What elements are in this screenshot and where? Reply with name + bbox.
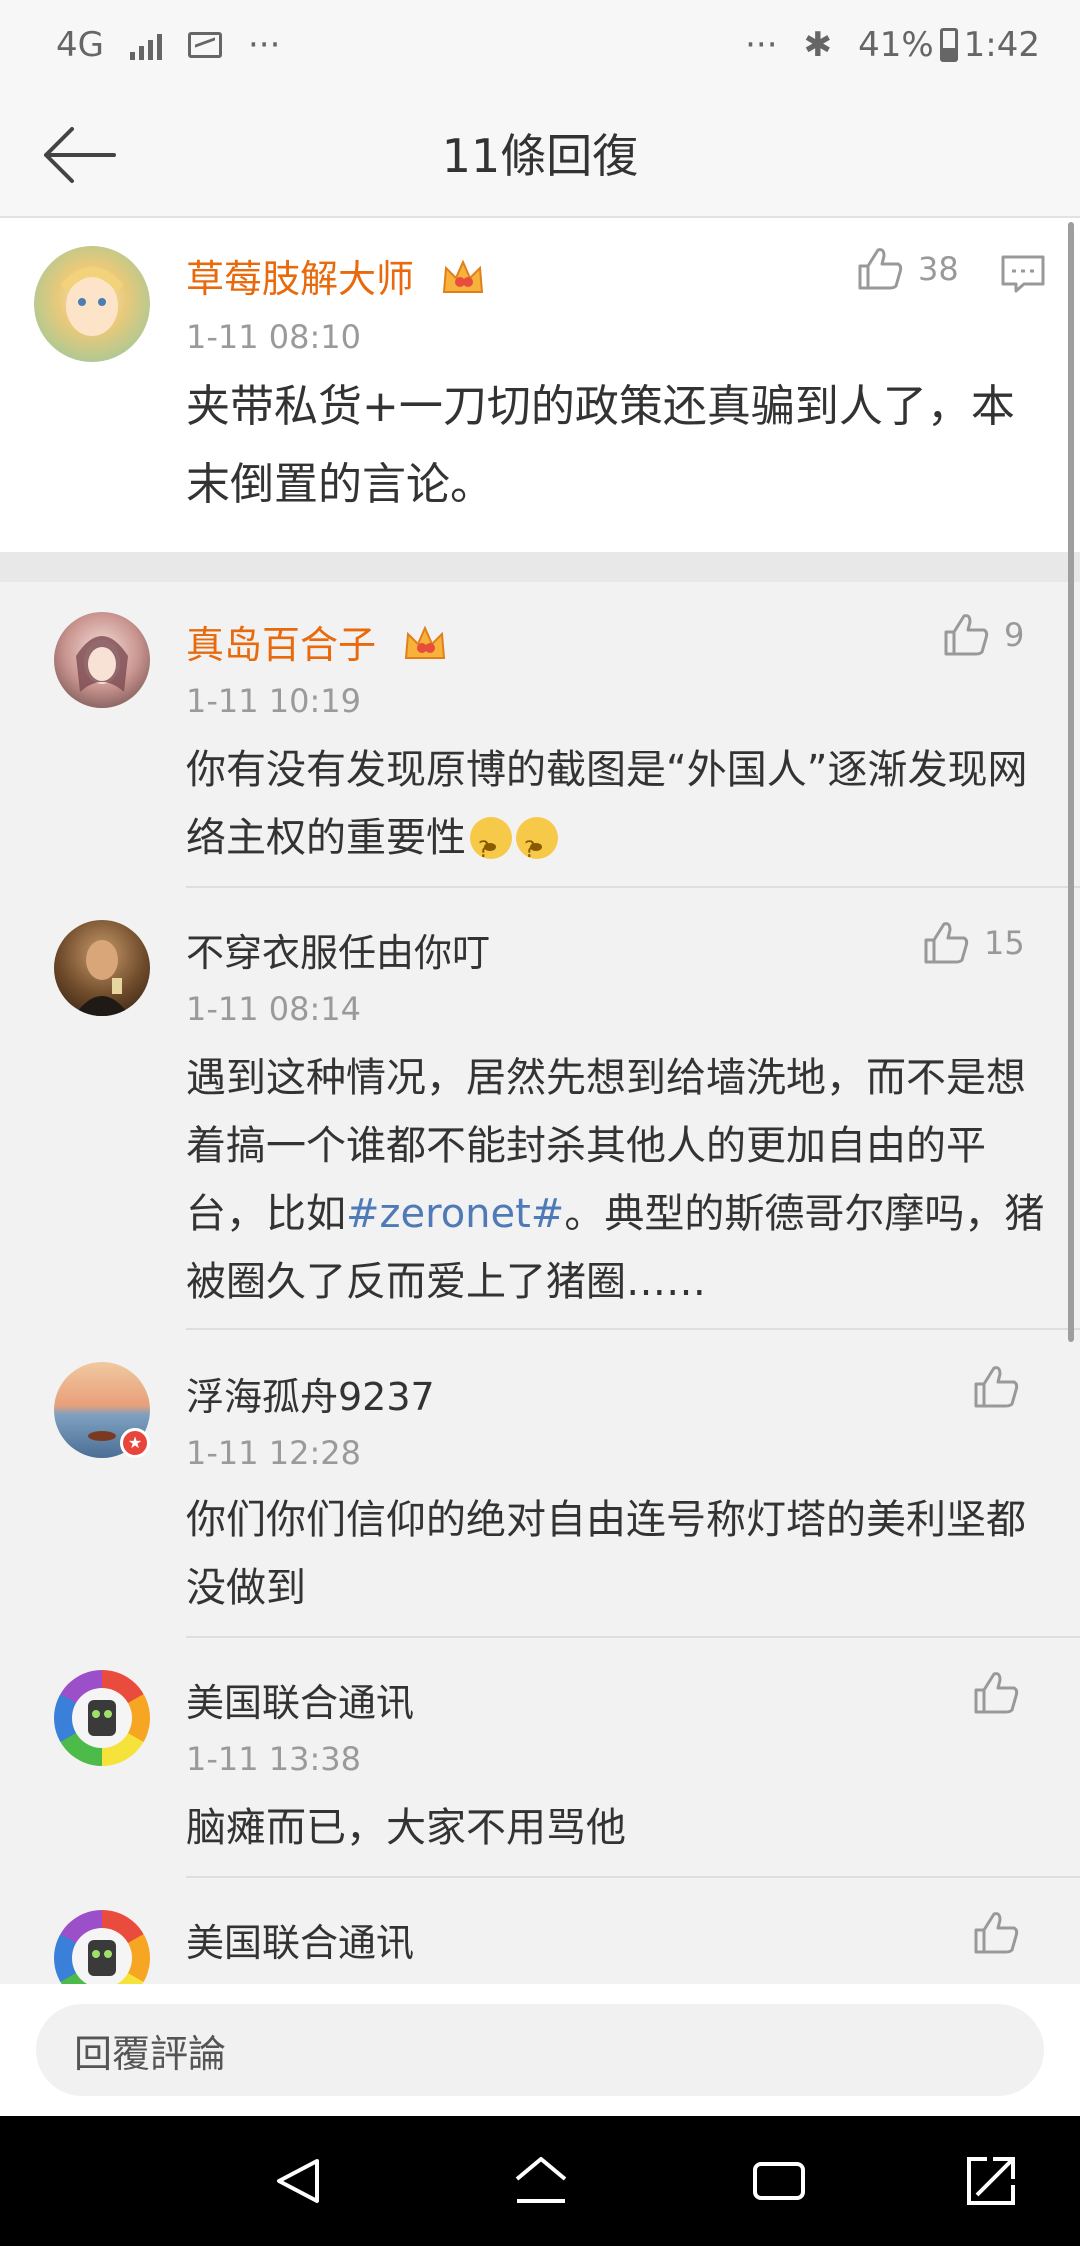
- system-recents-button[interactable]: [744, 2146, 814, 2216]
- thumbs-up-icon: [924, 922, 969, 964]
- avatar-illustration: [72, 1928, 132, 1984]
- bluetooth-icon: ✱: [803, 25, 833, 65]
- thumbs-up-icon: [858, 248, 903, 290]
- divider: [186, 1328, 1080, 1330]
- system-navigation-bar: [0, 2116, 1080, 2246]
- like-button[interactable]: [972, 1364, 1020, 1410]
- reply-time: 1-11 10:19: [186, 682, 362, 720]
- reply-username[interactable]: 不穿衣服任由你叮: [186, 922, 490, 977]
- header-bar: 11條回復: [0, 90, 1080, 218]
- notification-overflow: ···: [247, 25, 281, 65]
- avatar[interactable]: [54, 612, 150, 708]
- avatar-illustration: [60, 267, 124, 336]
- like-button[interactable]: 9: [942, 612, 1024, 658]
- reply-text: 你有没有发现原博的截图是“外国人”逐渐发现网络主权的重要性: [186, 736, 1046, 885]
- reply-text: 脑瘫而已，大家不用骂他: [186, 1805, 626, 1851]
- like-button[interactable]: 15: [922, 920, 1025, 966]
- reply-text: 你们你们信仰的绝对自由连号称灯塔的美利坚都没做到: [186, 1497, 1026, 1611]
- reply-bar: 回覆評論: [0, 1984, 1080, 2116]
- network-type: 4G: [56, 25, 104, 65]
- reply-input[interactable]: 回覆評論: [36, 2004, 1044, 2096]
- clock: 1:42: [963, 25, 1040, 65]
- section-divider: [0, 552, 1080, 582]
- avatar[interactable]: [54, 1670, 150, 1766]
- thumbs-up-icon: [974, 1912, 1019, 1954]
- like-count: 15: [984, 924, 1025, 962]
- comment-icon: [1001, 255, 1045, 293]
- signal-icon: [129, 30, 162, 60]
- scrollbar[interactable]: [1068, 222, 1074, 1342]
- image-notification-icon: [187, 32, 222, 58]
- like-count: 38: [918, 250, 959, 288]
- reply-list: 真岛百合子 1-11 10:19 9 你有没有发现原博的截图是“外国人”逐渐发现…: [0, 582, 1080, 1984]
- verified-badge-icon: ★: [120, 1428, 150, 1458]
- comment-username[interactable]: 草莓肢解大师: [186, 248, 486, 303]
- hashtag-link[interactable]: #zeronet#: [346, 1191, 564, 1237]
- avatar-illustration: [72, 1688, 132, 1748]
- page-title: 11條回復: [441, 129, 639, 183]
- status-bar: 4G ··· ··· ✱ 41% 1:42: [0, 0, 1080, 90]
- expand-icon: [967, 2157, 1015, 2205]
- like-count: 9: [1004, 616, 1025, 654]
- reply-username[interactable]: 真岛百合子: [186, 614, 448, 669]
- divider: [186, 1876, 1080, 1878]
- avatar[interactable]: [54, 1910, 150, 1984]
- back-triangle-icon: [277, 2159, 319, 2203]
- reply-time: 1-11 13:38: [186, 1740, 362, 1778]
- reply-comment-button[interactable]: [1000, 254, 1046, 298]
- battery-icon: [939, 28, 958, 62]
- recents-icon: [753, 2162, 805, 2200]
- thumbs-up-icon: [974, 1366, 1019, 1408]
- battery-percent: 41%: [858, 25, 934, 65]
- like-button[interactable]: [972, 1910, 1020, 1956]
- comment-text: 夹带私货+一刀切的政策还真骗到人了，本末倒置的言论。: [186, 381, 1015, 510]
- thinking-emoji-icon: [470, 817, 512, 885]
- avatar[interactable]: [34, 246, 150, 362]
- thumbs-up-icon: [944, 614, 989, 656]
- comment-time: 1-11 08:10: [186, 318, 362, 356]
- avatar-illustration: [74, 940, 130, 1016]
- reply-text: 遇到这种情况，居然先想到给墙洗地，而不是想着搞一个谁都不能封杀其他人的更加自由的…: [186, 1055, 1045, 1305]
- reply-time: 1-11 08:14: [186, 990, 362, 1028]
- avatar[interactable]: [54, 920, 150, 1016]
- reply-username[interactable]: 美国联合通讯: [186, 1912, 414, 1967]
- divider: [186, 886, 1080, 888]
- vip-crown-icon: [443, 259, 484, 293]
- reply-time: 1-11 12:28: [186, 1434, 362, 1472]
- status-overflow: ···: [745, 25, 778, 65]
- thumbs-up-icon: [974, 1672, 1019, 1714]
- home-icon: [515, 2157, 567, 2203]
- avatar-illustration: [76, 636, 128, 692]
- system-home-button[interactable]: [506, 2146, 576, 2216]
- system-back-button[interactable]: [264, 2146, 334, 2216]
- divider: [186, 1636, 1080, 1638]
- reply-username[interactable]: 浮海孤舟9237: [186, 1366, 435, 1421]
- vip-crown-icon: [405, 625, 446, 659]
- main-comment: 草莓肢解大师 1-11 08:10 38 夹带私货+一刀切的政策还真骗到人了，本…: [0, 218, 1080, 552]
- system-expand-button[interactable]: [956, 2146, 1026, 2216]
- thinking-emoji-icon: [516, 817, 558, 885]
- like-button[interactable]: 38: [856, 246, 959, 292]
- reply-username[interactable]: 美国联合通讯: [186, 1672, 414, 1727]
- like-button[interactable]: [972, 1670, 1020, 1716]
